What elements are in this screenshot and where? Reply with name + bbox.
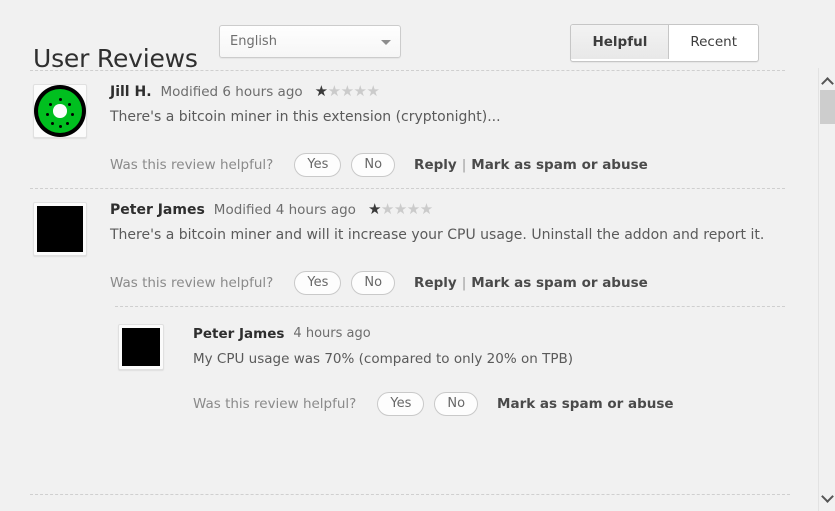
kiwi-seed: [71, 113, 74, 117]
chevron-up-icon: [821, 77, 834, 90]
vote-yes-button[interactable]: Yes: [377, 392, 425, 416]
review-item: Jill H. Modified 6 hours ago ★★★★★ There…: [0, 70, 793, 188]
action-links: Reply | Mark as spam or abuse: [414, 275, 648, 291]
action-links: Reply | Mark as spam or abuse: [414, 157, 648, 173]
helpful-question: Was this review helpful?: [110, 157, 274, 173]
tab-recent[interactable]: Recent: [669, 25, 758, 59]
reviews-list: Jill H. Modified 6 hours ago ★★★★★ There…: [0, 70, 793, 427]
scroll-down-button[interactable]: [819, 489, 835, 505]
kiwi-seed: [58, 125, 62, 129]
action-links: Mark as spam or abuse: [497, 396, 674, 412]
kiwi-seed: [67, 102, 71, 106]
kiwi-fruit-avatar-icon: [38, 89, 82, 133]
review-timestamp: 4 hours ago: [293, 326, 371, 341]
scroll-up-button[interactable]: [819, 74, 835, 90]
language-select[interactable]: English: [219, 25, 401, 58]
review-reply-item: Peter James 4 hours ago My CPU usage was…: [0, 306, 793, 427]
kiwi-seed: [51, 122, 55, 125]
mark-spam-link[interactable]: Mark as spam or abuse: [497, 396, 674, 412]
mark-spam-link[interactable]: Mark as spam or abuse: [471, 275, 648, 291]
review-body: Peter James Modified 4 hours ago ★★★★★ T…: [0, 188, 793, 306]
sort-toggle-group: Helpful Recent: [570, 24, 759, 62]
mark-spam-link[interactable]: Mark as spam or abuse: [471, 157, 648, 173]
vertical-scrollbar[interactable]: [818, 68, 835, 511]
language-select-value: English: [230, 34, 277, 49]
review-meta: Peter James Modified 4 hours ago ★★★★★: [110, 200, 793, 219]
avatar: [33, 202, 87, 256]
black-square-avatar-icon: [37, 206, 83, 252]
kiwi-seed: [58, 97, 62, 101]
vote-no-button[interactable]: No: [434, 392, 479, 416]
reply-link[interactable]: Reply: [414, 275, 457, 291]
helpful-question: Was this review helpful?: [110, 275, 274, 291]
review-timestamp: Modified 6 hours ago: [160, 83, 303, 100]
reviews-header: User Reviews English Helpful Recent: [0, 0, 793, 73]
kiwi-core: [52, 103, 68, 119]
scrollbar-thumb[interactable]: [820, 90, 835, 124]
review-text: There's a bitcoin miner and will it incr…: [110, 227, 765, 243]
tab-helpful[interactable]: Helpful: [571, 25, 670, 59]
chevron-down-icon: [821, 490, 834, 503]
kiwi-seed: [49, 102, 53, 106]
divider: [30, 494, 790, 495]
review-item: Peter James Modified 4 hours ago ★★★★★ T…: [0, 188, 793, 306]
helpful-question: Was this review helpful?: [193, 396, 357, 412]
black-square-avatar-icon: [122, 328, 160, 366]
vote-yes-button[interactable]: Yes: [294, 271, 342, 295]
user-reviews-page: User Reviews English Helpful Recent Jill…: [0, 0, 835, 511]
reply-link[interactable]: Reply: [414, 157, 457, 173]
review-author: Peter James: [193, 325, 285, 342]
vote-no-button[interactable]: No: [351, 271, 396, 295]
star-rating: ★★★★★: [314, 82, 380, 100]
vote-yes-button[interactable]: Yes: [294, 153, 342, 177]
review-body: Peter James 4 hours ago My CPU usage was…: [0, 306, 793, 427]
page-title: User Reviews: [33, 43, 198, 73]
vote-no-button[interactable]: No: [351, 153, 396, 177]
review-meta: Jill H. Modified 6 hours ago ★★★★★: [110, 82, 793, 101]
star-rating: ★★★★★: [367, 200, 433, 218]
avatar: [118, 324, 164, 370]
action-separator: |: [461, 275, 467, 291]
review-body: Jill H. Modified 6 hours ago ★★★★★ There…: [0, 70, 793, 188]
avatar: [33, 84, 87, 138]
review-actions: Was this review helpful? Yes No Reply | Ma…: [110, 152, 793, 178]
action-separator: |: [461, 157, 467, 173]
review-meta: Peter James 4 hours ago: [193, 324, 793, 343]
kiwi-seed: [65, 122, 69, 125]
chevron-down-icon: [381, 40, 391, 45]
review-actions: Was this review helpful? Yes No Reply | Ma…: [110, 270, 793, 296]
review-actions: Was this review helpful? Yes No Mark as …: [193, 391, 793, 417]
kiwi-seed: [46, 113, 50, 117]
review-timestamp: Modified 4 hours ago: [213, 201, 356, 218]
review-text: My CPU usage was 70% (compared to only 2…: [193, 351, 574, 367]
review-author: Peter James: [110, 201, 205, 218]
reviews-content-column: User Reviews English Helpful Recent Jill…: [0, 0, 793, 511]
review-author: Jill H.: [110, 83, 152, 100]
review-text: There's a bitcoin miner in this extensio…: [110, 109, 501, 125]
